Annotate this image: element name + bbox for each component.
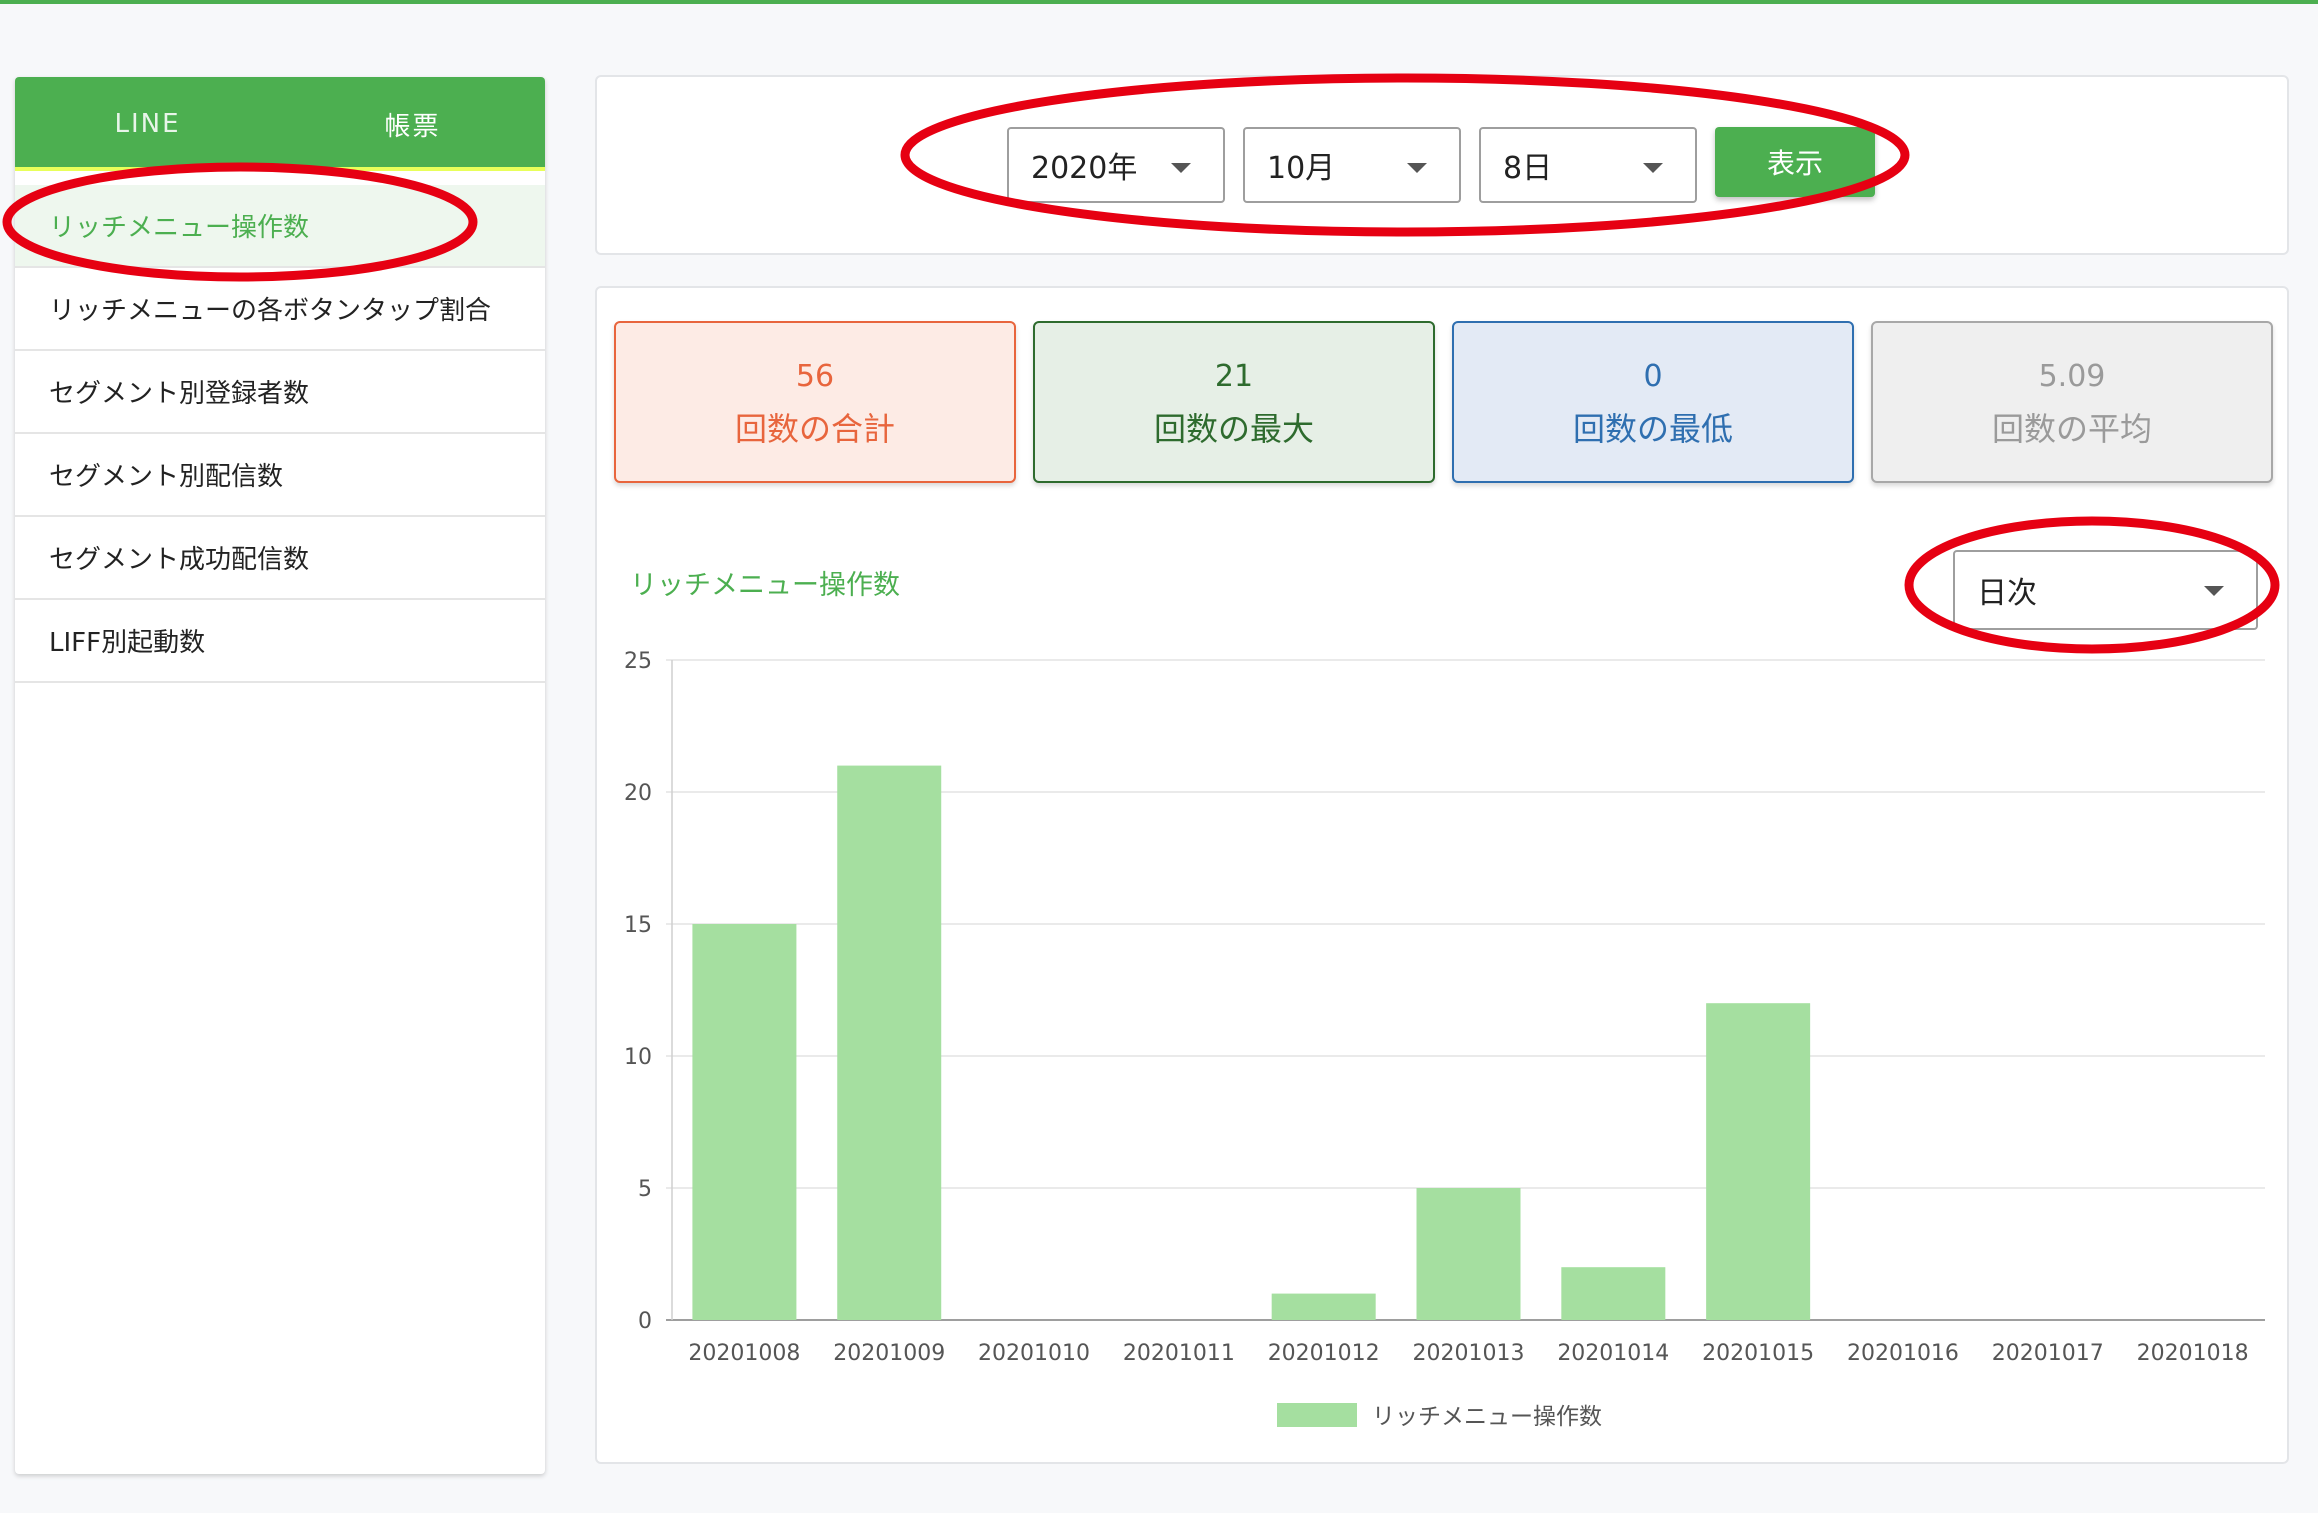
sidebar-menu: リッチメニュー操作数 リッチメニューの各ボタンタップ割合 セグメント別登録者数 … xyxy=(15,185,545,683)
x-tick-label: 20201013 xyxy=(1413,1341,1525,1366)
y-tick-label: 20 xyxy=(624,781,652,806)
sidebar: LINE 帳票 リッチメニュー操作数 リッチメニューの各ボタンタップ割合 セグメ… xyxy=(15,77,545,1474)
year-select-value: 2020年 xyxy=(1031,151,1138,186)
x-tick-label: 20201008 xyxy=(688,1341,800,1366)
sidebar-item-richmenu-operations[interactable]: リッチメニュー操作数 xyxy=(15,185,545,268)
month-select[interactable]: 10月 xyxy=(1243,127,1461,203)
sidebar-item-richmenu-button-ratio[interactable]: リッチメニューの各ボタンタップ割合 xyxy=(15,268,545,351)
x-tick-label: 20201018 xyxy=(2137,1341,2249,1366)
chevron-down-icon xyxy=(1171,163,1191,173)
legend-swatch xyxy=(1277,1403,1357,1427)
x-tick-label: 20201010 xyxy=(978,1341,1090,1366)
tab-reports[interactable]: 帳票 xyxy=(280,77,545,171)
chevron-down-icon xyxy=(1643,163,1663,173)
bar xyxy=(692,924,797,1320)
legend-label: リッチメニュー操作数 xyxy=(1372,1404,1602,1430)
day-select[interactable]: 8日 xyxy=(1479,127,1697,203)
year-select[interactable]: 2020年 xyxy=(1007,127,1225,203)
x-tick-label: 20201015 xyxy=(1702,1341,1814,1366)
bar xyxy=(837,765,942,1320)
bar xyxy=(1416,1188,1521,1320)
bar xyxy=(1271,1293,1376,1320)
sidebar-item-segment-registrations[interactable]: セグメント別登録者数 xyxy=(15,351,545,434)
y-tick-label: 10 xyxy=(624,1045,652,1070)
y-tick-label: 0 xyxy=(638,1309,652,1334)
x-tick-label: 20201014 xyxy=(1557,1341,1669,1366)
show-button[interactable]: 表示 xyxy=(1715,127,1875,197)
date-filter-card: 2020年 10月 8日 表示 xyxy=(595,75,2289,255)
x-tick-label: 20201011 xyxy=(1123,1341,1235,1366)
top-accent-bar xyxy=(0,0,2318,4)
x-tick-label: 20201009 xyxy=(833,1341,945,1366)
chevron-down-icon xyxy=(1407,163,1427,173)
y-tick-label: 25 xyxy=(624,649,652,674)
bar xyxy=(1706,1003,1811,1320)
x-tick-label: 20201017 xyxy=(1992,1341,2104,1366)
month-select-value: 10月 xyxy=(1267,151,1336,186)
x-tick-label: 20201012 xyxy=(1268,1341,1380,1366)
bar xyxy=(1561,1267,1666,1320)
y-tick-label: 15 xyxy=(624,913,652,938)
y-tick-label: 5 xyxy=(638,1177,652,1202)
tab-indicator xyxy=(15,167,545,171)
bar-chart: 0 5 10 15 20 25 20201008 20201009 20201010 202010… xyxy=(624,649,2265,1430)
sidebar-item-liff-launches[interactable]: LIFF別起動数 xyxy=(15,600,545,683)
x-tick-label: 20201016 xyxy=(1847,1341,1959,1366)
sidebar-item-segment-deliveries[interactable]: セグメント別配信数 xyxy=(15,434,545,517)
report-card: 56 回数の合計 21 回数の最大 0 回数の最低 5.09 回数の平均 リッチ… xyxy=(595,286,2289,1464)
sidebar-tabs: LINE 帳票 xyxy=(15,77,545,171)
day-select-value: 8日 xyxy=(1503,151,1553,186)
tab-line[interactable]: LINE xyxy=(15,77,280,171)
sidebar-item-segment-success-deliveries[interactable]: セグメント成功配信数 xyxy=(15,517,545,600)
